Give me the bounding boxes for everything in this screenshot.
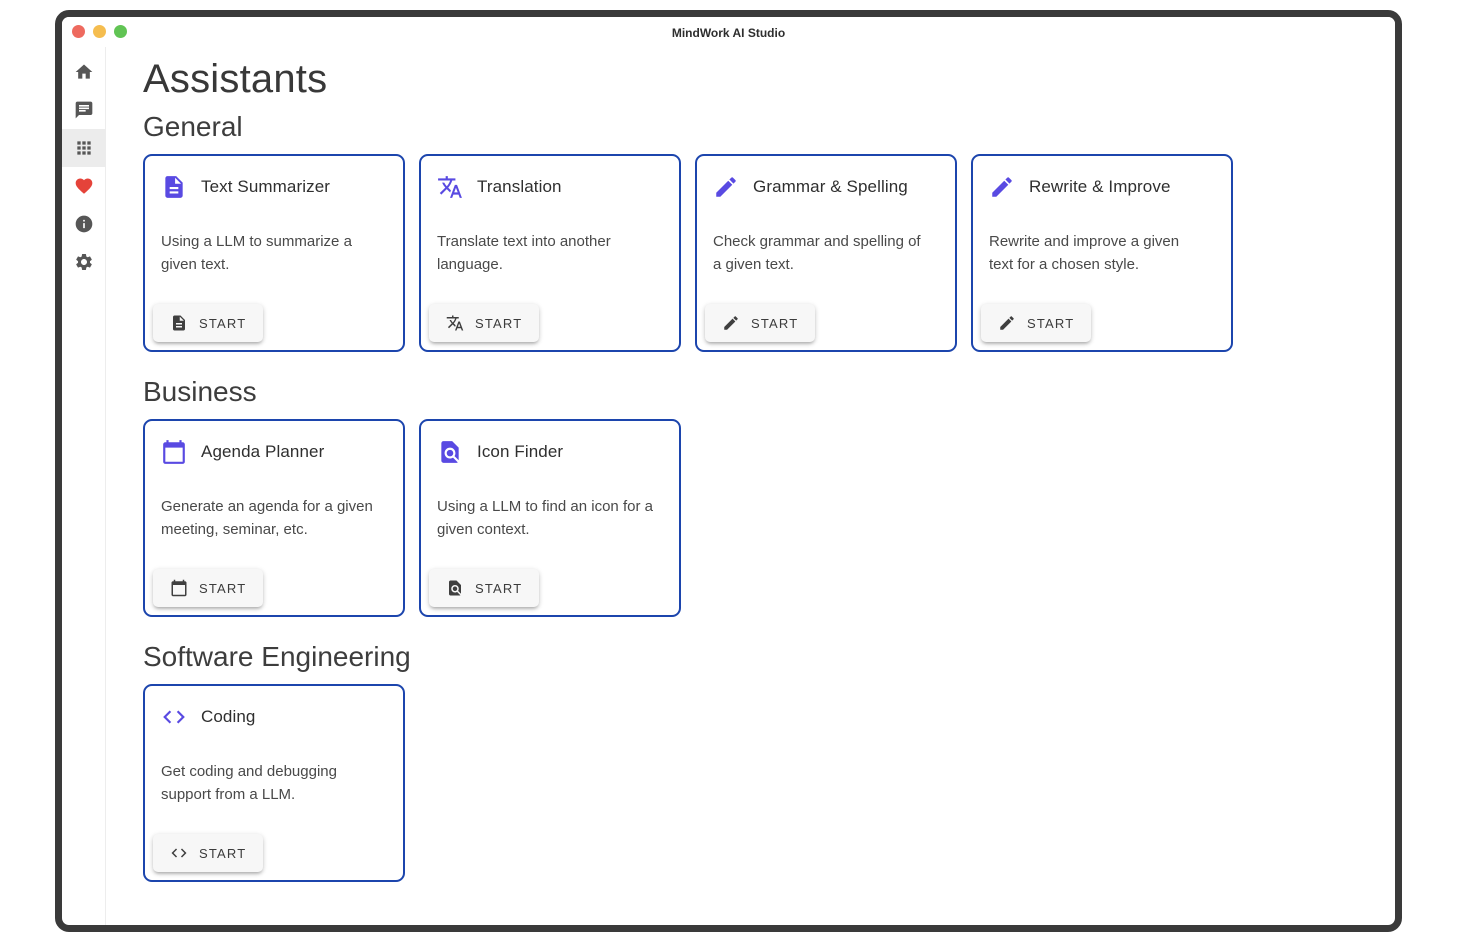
card-actions: START [973,296,1231,350]
card-title: Rewrite & Improve [1029,177,1171,197]
card-title: Grammar & Spelling [753,177,908,197]
card-description: Get coding and debugging support from a … [145,761,391,806]
pencil-icon [989,174,1015,200]
chat-icon [74,100,94,120]
start-button-label: START [199,581,246,596]
document-icon [170,314,188,332]
card-header: Translation [421,156,679,200]
sidebar [62,47,106,925]
card-actions: START [421,561,679,615]
assistant-card-coding: Coding Get coding and debugging support … [143,684,405,882]
start-button[interactable]: START [429,569,539,607]
start-button[interactable]: START [153,304,263,342]
card-header: Grammar & Spelling [697,156,955,200]
start-button[interactable]: START [153,569,263,607]
section-title-software-engineering: Software Engineering [143,641,1395,673]
start-button[interactable]: START [981,304,1091,342]
start-button-label: START [199,846,246,861]
card-title: Icon Finder [477,442,563,462]
card-description: Using a LLM to summarize a given text. [145,231,391,276]
section-title-general: General [143,111,1395,143]
assistant-card-grammar-spelling: Grammar & Spelling Check grammar and spe… [695,154,957,352]
assistant-card-translation: Translation Translate text into another … [419,154,681,352]
section-title-business: Business [143,376,1395,408]
title-bar: MindWork AI Studio [62,17,1395,47]
assistant-card-text-summarizer: Text Summarizer Using a LLM to summarize… [143,154,405,352]
sidebar-item-settings[interactable] [62,243,106,281]
card-description: Rewrite and improve a given text for a c… [973,231,1219,276]
main-content: Assistants General Text Summarizer Using… [106,47,1395,925]
code-icon [161,704,187,730]
start-button-label: START [475,581,522,596]
cards-row-business: Agenda Planner Generate an agenda for a … [143,419,1395,617]
start-button[interactable]: START [153,834,263,872]
card-title: Agenda Planner [201,442,324,462]
card-header: Text Summarizer [145,156,403,200]
card-description: Using a LLM to find an icon for a given … [421,496,667,541]
card-title: Coding [201,707,255,727]
card-header: Icon Finder [421,421,679,465]
sidebar-item-chats[interactable] [62,91,106,129]
card-header: Agenda Planner [145,421,403,465]
translate-icon [446,314,464,332]
cards-row-software-engineering: Coding Get coding and debugging support … [143,684,1395,882]
sidebar-item-favorites[interactable] [62,167,106,205]
code-icon [170,844,188,862]
document-icon [161,174,187,200]
card-actions: START [421,296,679,350]
card-actions: START [145,296,403,350]
assistant-card-rewrite-improve: Rewrite & Improve Rewrite and improve a … [971,154,1233,352]
start-button[interactable]: START [705,304,815,342]
calendar-icon [161,439,187,465]
page-title: Assistants [143,57,1395,102]
sidebar-item-assistants[interactable] [62,129,106,167]
start-button-label: START [1027,316,1074,331]
card-actions: START [697,296,955,350]
cards-row-general: Text Summarizer Using a LLM to summarize… [143,154,1395,352]
app-window: MindWork AI Studio Assistants [55,10,1402,932]
icon-search-icon [437,439,463,465]
card-description: Check grammar and spelling of a given te… [697,231,943,276]
icon-search-icon [446,579,464,597]
start-button-label: START [475,316,522,331]
card-header: Rewrite & Improve [973,156,1231,200]
info-icon [74,214,94,234]
window-title: MindWork AI Studio [62,17,1395,47]
start-button-label: START [199,316,246,331]
pencil-icon [998,314,1016,332]
card-title: Translation [477,177,562,197]
settings-gear-icon [74,252,94,272]
card-title: Text Summarizer [201,177,330,197]
pencil-icon [713,174,739,200]
start-button[interactable]: START [429,304,539,342]
heart-icon [74,176,94,196]
card-header: Coding [145,686,403,730]
pencil-icon [722,314,740,332]
card-description: Translate text into another language. [421,231,667,276]
sidebar-item-home[interactable] [62,53,106,91]
start-button-label: START [751,316,798,331]
calendar-icon [170,579,188,597]
card-actions: START [145,561,403,615]
card-actions: START [145,826,403,880]
card-description: Generate an agenda for a given meeting, … [145,496,391,541]
sidebar-item-about[interactable] [62,205,106,243]
assistant-card-agenda-planner: Agenda Planner Generate an agenda for a … [143,419,405,617]
home-icon [74,62,94,82]
translate-icon [437,174,463,200]
apps-grid-icon [74,138,94,158]
assistant-card-icon-finder: Icon Finder Using a LLM to find an icon … [419,419,681,617]
